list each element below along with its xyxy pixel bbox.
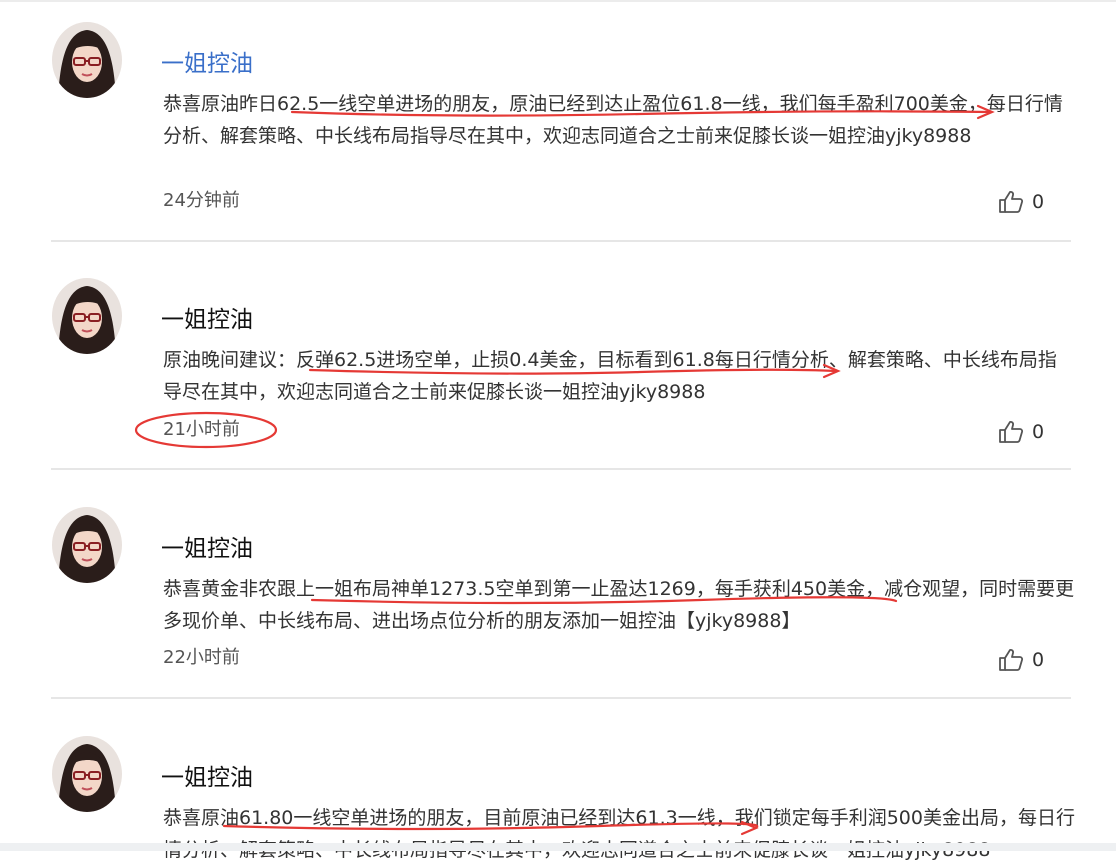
divider <box>51 468 1071 470</box>
bottom-scroll-area <box>0 843 1116 851</box>
avatar[interactable] <box>52 507 122 583</box>
like-count: 0 <box>1032 421 1045 443</box>
avatar[interactable] <box>52 736 122 812</box>
comment-text: 恭喜黄金非农跟上一姐布局神单1273.5空单到第一止盈达1269，每手获利450… <box>163 578 1075 632</box>
like-button[interactable]: 0 <box>998 190 1044 214</box>
like-button[interactable]: 0 <box>998 648 1044 672</box>
comment-username[interactable]: 一姐控油 <box>161 306 253 334</box>
comment-time: 22小时前 <box>163 647 240 668</box>
like-count: 0 <box>1032 649 1045 671</box>
comment-text: 恭喜原油昨日62.5一线空单进场的朋友，原油已经到达止盈位61.8一线，我们每手… <box>163 93 1063 147</box>
comment-username[interactable]: 一姐控油 <box>161 535 253 563</box>
top-border <box>0 0 1116 2</box>
comment-text: 原油晚间建议：反弹62.5进场空单，止损0.4美金，目标看到61.8每日行情分析… <box>163 349 1057 403</box>
thumbs-up-icon <box>999 191 1024 213</box>
like-count: 0 <box>1032 191 1045 213</box>
like-button[interactable]: 0 <box>998 420 1044 444</box>
comment-time: 24分钟前 <box>163 190 240 211</box>
divider <box>51 697 1071 699</box>
avatar[interactable] <box>52 22 122 98</box>
thumbs-up-icon <box>999 649 1024 671</box>
thumbs-up-icon <box>999 421 1024 443</box>
divider <box>51 240 1071 242</box>
comment-username[interactable]: 一姐控油 <box>161 50 253 78</box>
comment-text: 恭喜原油61.80一线空单进场的朋友，目前原油已经到达61.3一线，我们锁定每手… <box>163 807 1075 861</box>
comment-username[interactable]: 一姐控油 <box>161 764 253 792</box>
comment-time: 21小时前 <box>163 419 240 440</box>
avatar[interactable] <box>52 278 122 354</box>
